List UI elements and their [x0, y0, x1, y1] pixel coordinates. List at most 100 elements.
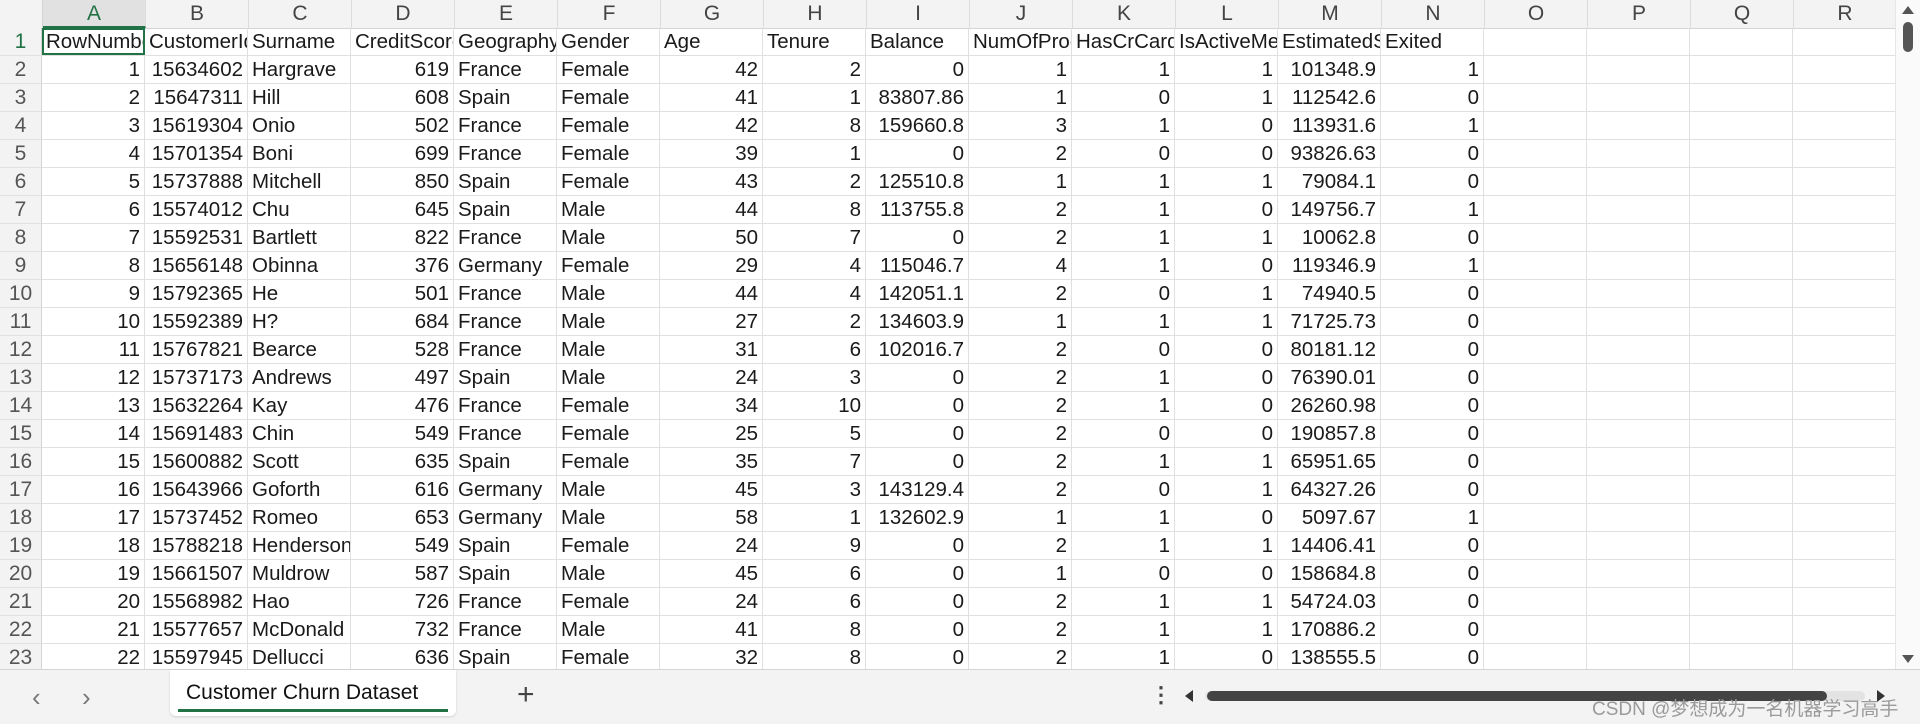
cell[interactable]: 2 — [969, 336, 1072, 363]
cell[interactable]: 2 — [969, 280, 1072, 307]
cell[interactable] — [1690, 532, 1793, 559]
cell[interactable]: 24 — [660, 364, 763, 391]
cell[interactable]: 101348.9 — [1278, 56, 1381, 83]
cell[interactable]: France — [454, 420, 557, 447]
scroll-up-icon[interactable] — [1902, 6, 1914, 14]
cell[interactable]: 80181.12 — [1278, 336, 1381, 363]
cell[interactable]: 35 — [660, 448, 763, 475]
row-number[interactable]: 5 — [0, 140, 42, 167]
cell[interactable]: 50 — [660, 224, 763, 251]
cell[interactable]: 1 — [1072, 532, 1175, 559]
cell[interactable]: 19 — [42, 560, 145, 587]
cell[interactable]: 15661507 — [145, 560, 248, 587]
row-number[interactable]: 13 — [0, 364, 42, 391]
cell[interactable]: 24 — [660, 588, 763, 615]
cell[interactable]: 1 — [1381, 196, 1484, 223]
cell[interactable]: 1 — [1072, 448, 1175, 475]
cell[interactable]: 0 — [1381, 616, 1484, 643]
cell[interactable]: 0 — [1175, 336, 1278, 363]
cell[interactable] — [1484, 560, 1587, 587]
cell[interactable] — [1690, 140, 1793, 167]
header-cell[interactable]: NumOfProducts — [969, 28, 1072, 55]
cell[interactable]: 1 — [1072, 644, 1175, 669]
cell[interactable]: 0 — [866, 644, 969, 669]
header-cell[interactable]: Geography — [454, 28, 557, 55]
cell[interactable]: 12 — [42, 364, 145, 391]
cell[interactable]: 42 — [660, 112, 763, 139]
cell[interactable]: France — [454, 336, 557, 363]
next-sheet-icon[interactable]: › — [82, 684, 91, 710]
column-header-k[interactable]: K — [1073, 0, 1176, 28]
cell[interactable]: 17 — [42, 504, 145, 531]
cell[interactable] — [1587, 140, 1690, 167]
cell[interactable]: 528 — [351, 336, 454, 363]
cell[interactable]: Romeo — [248, 504, 351, 531]
cell[interactable]: H? — [248, 308, 351, 335]
cell[interactable]: 850 — [351, 168, 454, 195]
cell[interactable]: Hill — [248, 84, 351, 111]
cell[interactable]: 732 — [351, 616, 454, 643]
cell[interactable]: Female — [557, 84, 660, 111]
cell[interactable] — [1690, 112, 1793, 139]
cell[interactable]: 0 — [1381, 280, 1484, 307]
cell[interactable]: 142051.1 — [866, 280, 969, 307]
cell[interactable]: 15737888 — [145, 168, 248, 195]
cell[interactable] — [1587, 504, 1690, 531]
cell[interactable]: 2 — [969, 140, 1072, 167]
cell[interactable]: 10 — [763, 392, 866, 419]
cell[interactable]: 1 — [1381, 112, 1484, 139]
cell[interactable]: 0 — [1381, 364, 1484, 391]
cell[interactable] — [1484, 252, 1587, 279]
cell[interactable]: France — [454, 588, 557, 615]
cell[interactable] — [1690, 420, 1793, 447]
cell[interactable]: 0 — [1175, 504, 1278, 531]
cell[interactable]: 0 — [1381, 476, 1484, 503]
cell[interactable]: 8 — [763, 196, 866, 223]
cell[interactable]: 549 — [351, 420, 454, 447]
cell[interactable]: 1 — [763, 504, 866, 531]
cell[interactable]: 1 — [1072, 224, 1175, 251]
cell[interactable]: 2 — [969, 448, 1072, 475]
cell[interactable]: 1 — [1072, 196, 1175, 223]
cell[interactable]: 10 — [42, 308, 145, 335]
column-header-b[interactable]: B — [146, 0, 249, 28]
cell[interactable]: 0 — [866, 532, 969, 559]
cell[interactable] — [1690, 252, 1793, 279]
cell[interactable]: 190857.8 — [1278, 420, 1381, 447]
cell[interactable]: 1 — [969, 168, 1072, 195]
cell[interactable]: 376 — [351, 252, 454, 279]
vertical-scrollbar[interactable] — [1895, 0, 1920, 669]
cell[interactable]: Male — [557, 476, 660, 503]
cell[interactable] — [1793, 252, 1896, 279]
cell[interactable]: Spain — [454, 644, 557, 669]
cell[interactable] — [1793, 504, 1896, 531]
cell[interactable] — [1690, 616, 1793, 643]
cell[interactable]: 7 — [42, 224, 145, 251]
cell[interactable]: 18 — [42, 532, 145, 559]
column-header-p[interactable]: P — [1588, 0, 1691, 28]
header-cell[interactable]: HasCrCard — [1072, 28, 1175, 55]
add-sheet-icon[interactable]: + — [517, 680, 535, 710]
cell[interactable]: Female — [557, 644, 660, 669]
cell[interactable]: 619 — [351, 56, 454, 83]
cell[interactable]: 58 — [660, 504, 763, 531]
cell[interactable]: 0 — [1175, 560, 1278, 587]
cell[interactable] — [1587, 476, 1690, 503]
cell[interactable]: Female — [557, 112, 660, 139]
cell[interactable]: Bartlett — [248, 224, 351, 251]
cell[interactable]: 112542.6 — [1278, 84, 1381, 111]
row-number[interactable]: 15 — [0, 420, 42, 447]
cell[interactable]: 0 — [1381, 532, 1484, 559]
cell[interactable] — [1793, 336, 1896, 363]
cell[interactable] — [1793, 616, 1896, 643]
cell[interactable] — [1587, 308, 1690, 335]
cell[interactable]: 170886.2 — [1278, 616, 1381, 643]
cell[interactable]: 1 — [1072, 168, 1175, 195]
cell[interactable] — [1484, 112, 1587, 139]
cell[interactable]: Spain — [454, 168, 557, 195]
cell[interactable]: 1 — [969, 56, 1072, 83]
cell[interactable]: 15656148 — [145, 252, 248, 279]
header-cell[interactable] — [1587, 28, 1690, 55]
cell[interactable]: 684 — [351, 308, 454, 335]
column-header-i[interactable]: I — [867, 0, 970, 28]
